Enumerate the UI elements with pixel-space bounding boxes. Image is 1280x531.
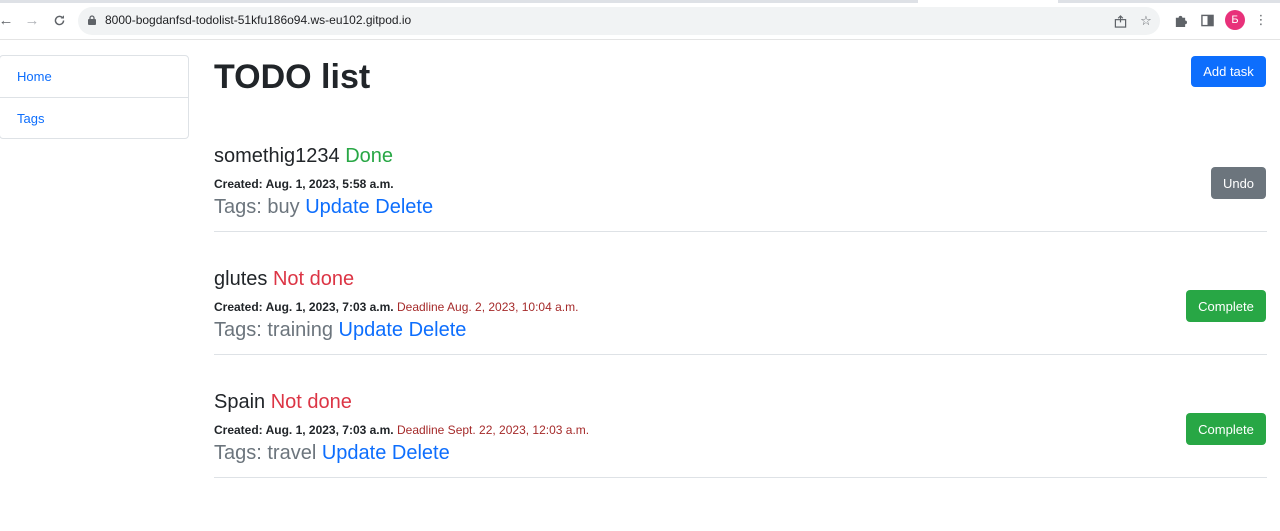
share-icon[interactable] xyxy=(1112,13,1128,29)
task-meta: Created: Aug. 1, 2023, 5:58 a.m. xyxy=(214,176,394,192)
created-date: Created: Aug. 1, 2023, 7:03 a.m. xyxy=(214,423,394,437)
bookmark-star-icon[interactable]: ☆ xyxy=(1138,13,1154,29)
browser-toolbar: ← → 8000-bogdanfsd-todolist-51kfu186o94.… xyxy=(0,0,1280,40)
extensions-icon[interactable] xyxy=(1171,11,1189,29)
deadline-date: Deadline Sept. 22, 2023, 12:03 a.m. xyxy=(396,423,590,437)
created-date: Created: Aug. 1, 2023, 7:03 a.m. xyxy=(214,300,394,314)
address-bar[interactable]: 8000-bogdanfsd-todolist-51kfu186o94.ws-e… xyxy=(78,7,1160,35)
reload-icon[interactable] xyxy=(49,10,69,30)
side-panel-icon[interactable] xyxy=(1198,11,1216,29)
update-link[interactable]: Update xyxy=(305,196,370,218)
url-text[interactable]: 8000-bogdanfsd-todolist-51kfu186o94.ws-e… xyxy=(105,13,411,27)
task-tags-row: Tags: buy Update Delete xyxy=(214,195,433,219)
forward-arrow-icon[interactable]: → xyxy=(22,10,42,30)
add-task-button[interactable]: Add task xyxy=(1191,56,1266,87)
deadline-date: Deadline Aug. 2, 2023, 10:04 a.m. xyxy=(396,300,579,314)
update-link[interactable]: Update xyxy=(322,442,387,464)
active-tab[interactable] xyxy=(918,0,1058,3)
sidebar-nav: Home Tags xyxy=(0,55,189,139)
update-link[interactable]: Update xyxy=(339,319,404,341)
task-meta: Created: Aug. 1, 2023, 7:03 a.m. Deadlin… xyxy=(214,422,589,438)
delete-link[interactable]: Delete xyxy=(392,442,450,464)
task-name: glutes xyxy=(214,268,268,290)
created-date: Created: Aug. 1, 2023, 5:58 a.m. xyxy=(214,177,394,191)
task-name: somethig1234 xyxy=(214,145,340,167)
menu-kebab-icon[interactable]: ⋮ xyxy=(1252,11,1270,29)
tags-label: Tags: xyxy=(214,196,262,218)
task-name: Spain xyxy=(214,391,266,413)
task-title: somethig1234 Done xyxy=(214,144,393,168)
complete-button[interactable]: Complete xyxy=(1186,290,1266,322)
undo-button[interactable]: Undo xyxy=(1211,167,1266,199)
task-status: Done xyxy=(345,145,394,167)
task-tags-row: Tags: training Update Delete xyxy=(214,318,466,342)
task-status: Not done xyxy=(270,391,352,413)
task-title: Spain Not done xyxy=(214,390,352,414)
sidebar-item-tags[interactable]: Tags xyxy=(0,97,188,138)
back-arrow-icon[interactable]: ← xyxy=(0,10,16,30)
task-tags-row: Tags: travel Update Delete xyxy=(214,441,450,465)
complete-button[interactable]: Complete xyxy=(1186,413,1266,445)
task-meta: Created: Aug. 1, 2023, 7:03 a.m. Deadlin… xyxy=(214,299,578,315)
task-item: glutes Not done Created: Aug. 1, 2023, 7… xyxy=(214,232,1267,355)
sidebar-item-home[interactable]: Home xyxy=(0,56,188,97)
tags-value: travel xyxy=(267,442,317,464)
tab-strip xyxy=(0,0,1280,3)
task-item: Spain Not done Created: Aug. 1, 2023, 7:… xyxy=(214,355,1267,478)
tags-label: Tags: xyxy=(214,442,262,464)
lock-icon xyxy=(88,15,96,25)
tags-label: Tags: xyxy=(214,319,262,341)
delete-link[interactable]: Delete xyxy=(409,319,467,341)
task-item: somethig1234 Done Created: Aug. 1, 2023,… xyxy=(214,109,1267,232)
tags-value: training xyxy=(267,319,333,341)
page-title: TODO list xyxy=(214,58,371,96)
tags-value: buy xyxy=(267,196,300,218)
task-title: glutes Not done xyxy=(214,267,354,291)
delete-link[interactable]: Delete xyxy=(375,196,433,218)
task-status: Not done xyxy=(272,268,355,290)
profile-avatar[interactable]: Б xyxy=(1225,10,1245,30)
